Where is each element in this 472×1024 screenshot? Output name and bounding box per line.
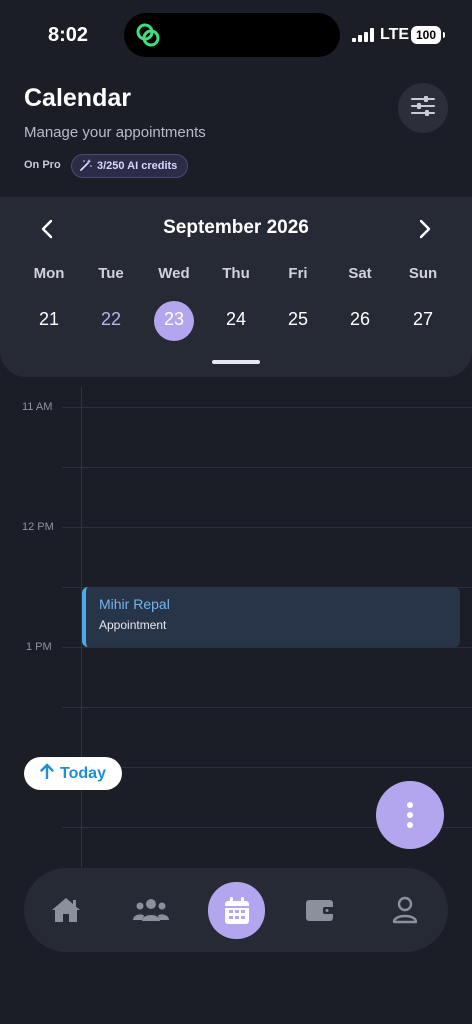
time-label-12pm: 12 PM [22, 521, 54, 533]
day-25[interactable]: 25 [273, 309, 323, 330]
status-bar: 8:02 LTE 100 [0, 0, 472, 70]
signal-icon [352, 28, 374, 47]
calendar-icon [224, 896, 249, 924]
week-calendar: September 2026 Mon Tue Wed Thu Fri Sat S… [0, 197, 472, 377]
today-label: Today [60, 764, 106, 782]
profile-icon [392, 896, 418, 924]
more-vertical-icon-dot [407, 822, 413, 828]
filter-button[interactable] [398, 83, 448, 133]
half-hour-line [62, 467, 472, 468]
app-logo-icon [134, 21, 162, 54]
hour-line [62, 767, 472, 768]
ai-credits-label: 3/250 AI credits [97, 160, 178, 172]
time-label-11am: 11 AM [22, 401, 53, 413]
home-icon [52, 898, 80, 922]
hour-line [62, 527, 472, 528]
nav-profile[interactable] [377, 882, 433, 938]
nav-wallet[interactable] [292, 882, 348, 938]
more-vertical-icon-dot [407, 812, 413, 818]
nav-clients[interactable] [123, 882, 179, 938]
plan-label: On Pro [24, 159, 61, 171]
more-options-button[interactable] [376, 781, 444, 849]
day-21[interactable]: 21 [24, 309, 74, 330]
battery-icon: 100 [411, 26, 445, 44]
day-22[interactable]: 22 [86, 309, 136, 330]
day-23[interactable]: 23 [149, 309, 199, 330]
event-client-name: Mihir Repal [99, 596, 170, 612]
nav-calendar[interactable] [208, 882, 265, 939]
ai-credits-badge[interactable]: 3/250 AI credits [71, 154, 189, 178]
more-vertical-icon [407, 802, 413, 808]
hour-line [62, 407, 472, 408]
day-26[interactable]: 26 [335, 309, 385, 330]
page-title: Calendar [24, 84, 131, 112]
weekday-wed: Wed [158, 265, 190, 282]
sliders-icon [411, 95, 435, 121]
weekday-thu: Thu [222, 265, 250, 282]
weekday-mon: Mon [33, 265, 65, 282]
weekday-sat: Sat [348, 265, 372, 282]
weekday-tue: Tue [98, 265, 124, 282]
appointment-event[interactable]: Mihir Repal Appointment [82, 587, 460, 647]
today-button[interactable]: Today [24, 757, 122, 790]
users-icon [133, 899, 169, 921]
chevron-right-icon [419, 219, 431, 239]
half-hour-line [62, 707, 472, 708]
arrow-up-icon [40, 763, 54, 784]
status-time: 8:02 [48, 24, 89, 46]
network-label: LTE [380, 26, 410, 43]
nav-home[interactable] [38, 882, 94, 938]
dynamic-island [124, 13, 340, 57]
time-label-1pm: 1 PM [26, 641, 52, 653]
hour-line [62, 647, 472, 648]
next-week-button[interactable] [414, 217, 436, 241]
day-24[interactable]: 24 [211, 309, 261, 330]
day-27[interactable]: 27 [398, 309, 448, 330]
page-subtitle: Manage your appointments [24, 124, 206, 141]
wallet-icon [306, 900, 334, 921]
magic-wand-icon [80, 158, 92, 174]
expand-handle[interactable] [212, 360, 260, 364]
weekday-sun: Sun [408, 265, 438, 282]
month-title: September 2026 [163, 217, 309, 238]
weekday-fri: Fri [288, 265, 308, 282]
bottom-navigation [24, 868, 448, 952]
event-type: Appointment [99, 618, 167, 632]
